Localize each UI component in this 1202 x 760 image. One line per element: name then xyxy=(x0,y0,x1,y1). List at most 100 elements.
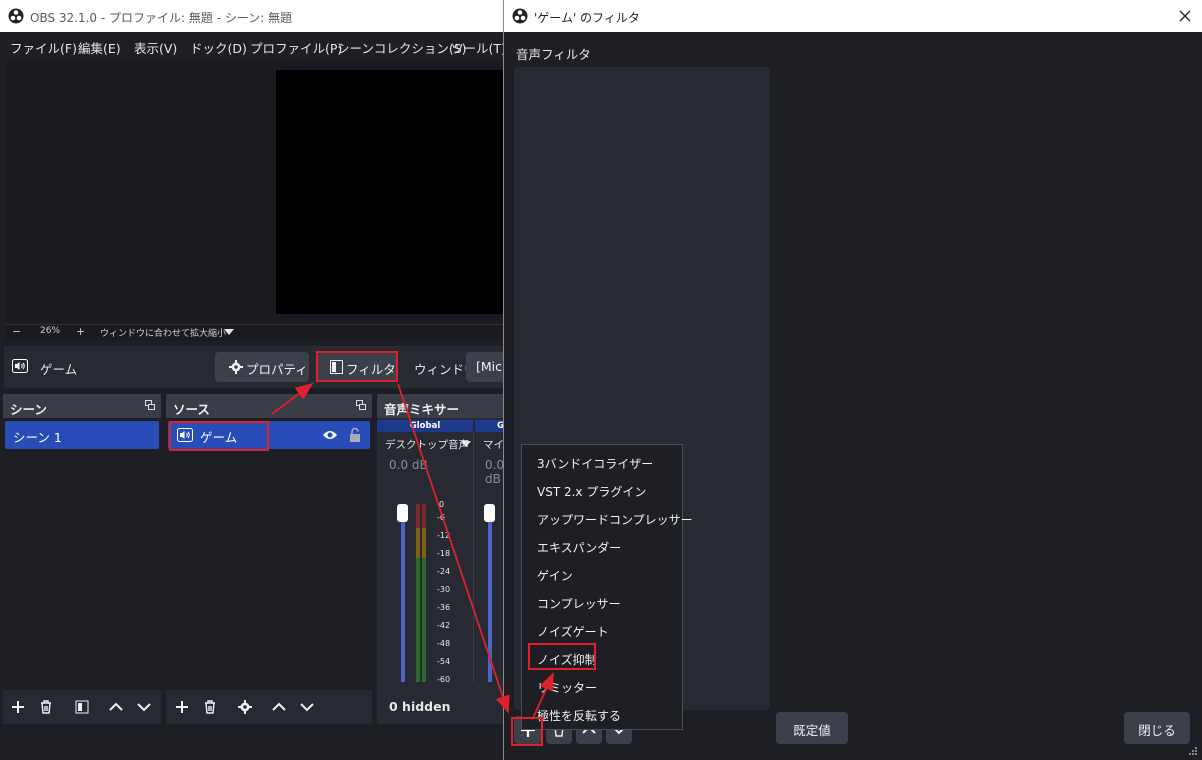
meter-red-zone xyxy=(422,504,426,528)
meter-tick: -18 xyxy=(437,549,451,558)
scenes-list: シーン 1 xyxy=(3,418,161,690)
scene-filter-icon[interactable] xyxy=(73,698,91,716)
obs-main-window: OBS 32.1.0 - プロファイル: 無題 - シーン: 無題 ファイル(F… xyxy=(0,0,506,760)
mixer-footer: 0 hidden xyxy=(377,690,504,724)
zoom-fit-label[interactable]: ウィンドウに合わせて拡大縮小 xyxy=(100,326,226,339)
menu-dock[interactable]: ドック(D) xyxy=(190,38,247,57)
menu-edit[interactable]: 編集(E) xyxy=(78,38,121,57)
channel1-name: デスクトップ音声 xyxy=(385,439,469,451)
source-properties-icon[interactable] xyxy=(236,698,254,716)
scenes-footer xyxy=(3,690,161,724)
move-scene-up-icon[interactable] xyxy=(107,698,125,716)
meter-scale: 0 -6 -12 -18 -24 -30 -36 -42 -48 -54 -60 xyxy=(429,500,459,686)
gear-icon xyxy=(229,360,243,374)
channel1-volume-track[interactable] xyxy=(401,506,405,682)
menu-item-upward-compressor[interactable]: アップワードコンプレッサー xyxy=(537,511,693,528)
menu-view[interactable]: 表示(V) xyxy=(134,38,177,57)
remove-scene-icon[interactable] xyxy=(37,698,55,716)
menu-item-limiter[interactable]: リミッター xyxy=(537,679,597,696)
menu-tools[interactable]: ツール(T) xyxy=(451,38,506,57)
obs-logo-icon xyxy=(8,8,24,24)
mixer-global-tab[interactable]: Global xyxy=(377,420,473,432)
hidden-count[interactable]: 0 hidden xyxy=(389,699,451,714)
close-label: 閉じる xyxy=(1138,723,1176,738)
menu-file[interactable]: ファイル(F) xyxy=(10,38,77,57)
main-window-title: OBS 32.1.0 - プロファイル: 無題 - シーン: 無題 xyxy=(30,11,293,25)
zoom-out-button[interactable]: − xyxy=(12,325,21,338)
channel1-volume-handle[interactable] xyxy=(397,504,408,522)
obs-logo-icon xyxy=(512,8,528,24)
sources-title: ソース xyxy=(173,402,210,417)
zoom-in-button[interactable]: + xyxy=(76,325,85,338)
add-source-icon[interactable] xyxy=(173,698,191,716)
meter-tick: -6 xyxy=(437,513,445,522)
meter-green-zone xyxy=(416,558,420,682)
scenes-dock-header: シーン xyxy=(3,394,161,418)
menu-item-invert-polarity[interactable]: 極性を反転する xyxy=(537,707,621,724)
audio-mixer-dock: 音声ミキサー Global G デスクトップ音声 マイク 0.0 dB 0.0 … xyxy=(377,394,504,724)
channel2-volume-track[interactable] xyxy=(488,506,492,682)
meter-green-zone xyxy=(422,558,426,682)
mixer-body: Global G デスクトップ音声 マイク 0.0 dB 0.0 dB 0 -6… xyxy=(377,418,504,706)
menu-item-expander[interactable]: エキスパンダー xyxy=(537,539,621,556)
source-toolbar: ゲーム プロパティ フィルタ ウィンドウ [Mic xyxy=(4,346,504,388)
mixer-title: 音声ミキサー xyxy=(384,402,460,417)
zoom-dropdown-icon[interactable] xyxy=(224,329,234,336)
meter-tick: -48 xyxy=(437,639,451,648)
add-scene-icon[interactable] xyxy=(9,698,27,716)
menu-bar: ファイル(F) 編集(E) 表示(V) ドック(D) プロファイル(P) シーン… xyxy=(0,32,506,58)
move-scene-down-icon[interactable] xyxy=(135,698,153,716)
sources-dock-header: ソース xyxy=(166,394,372,418)
menu-profile[interactable]: プロファイル(P) xyxy=(250,38,342,57)
defaults-label: 既定値 xyxy=(793,723,831,738)
undock-icon[interactable] xyxy=(356,400,366,410)
undock-icon[interactable] xyxy=(145,400,155,410)
main-title-bar: OBS 32.1.0 - プロファイル: 無題 - シーン: 無題 xyxy=(0,0,504,32)
sources-list: ゲーム xyxy=(166,418,372,690)
toolbar-source-name: ゲーム xyxy=(40,362,78,377)
scene-item[interactable]: シーン 1 xyxy=(5,421,159,449)
meter-yellow-zone xyxy=(422,528,426,558)
zoom-bar: − 26% + ウィンドウに合わせて拡大縮小 xyxy=(6,324,504,341)
window-select[interactable]: [Mic xyxy=(466,352,504,382)
meter-tick: -42 xyxy=(437,621,451,630)
move-source-up-icon[interactable] xyxy=(270,698,288,716)
scene-item-label: シーン 1 xyxy=(13,430,62,445)
defaults-button[interactable]: 既定値 xyxy=(776,712,848,744)
channel1-db: 0.0 dB xyxy=(389,458,428,472)
close-icon[interactable] xyxy=(1179,10,1191,22)
channel-divider xyxy=(473,432,474,682)
lock-icon[interactable] xyxy=(349,427,361,442)
annotation-box-source xyxy=(169,421,269,451)
annotation-box-add xyxy=(511,717,543,746)
eye-icon[interactable] xyxy=(322,429,338,441)
resize-grip-icon[interactable] xyxy=(1188,746,1198,756)
meter-tick: -36 xyxy=(437,603,451,612)
remove-source-icon[interactable] xyxy=(201,698,219,716)
sources-footer xyxy=(166,690,372,724)
status-bar xyxy=(0,734,504,760)
properties-label: プロパティ xyxy=(246,362,308,377)
properties-button[interactable]: プロパティ xyxy=(215,352,309,382)
mixer-dock-header: 音声ミキサー xyxy=(377,394,504,418)
menu-item-gain[interactable]: ゲイン xyxy=(537,567,573,584)
menu-item-3band-eq[interactable]: 3バンドイコライザー xyxy=(537,455,653,472)
zoom-value: 26% xyxy=(40,326,61,336)
annotation-box-filters xyxy=(316,351,398,382)
move-source-down-icon[interactable] xyxy=(298,698,316,716)
channel2-volume-handle[interactable] xyxy=(484,504,495,522)
add-filter-menu: 3バンドイコライザー VST 2.x プラグイン アップワードコンプレッサー エ… xyxy=(521,444,693,730)
close-button[interactable]: 閉じる xyxy=(1124,712,1190,744)
meter-tick: -24 xyxy=(437,567,451,576)
audio-filters-heading: 音声フィルタ xyxy=(516,47,591,62)
channel1-dropdown-icon[interactable] xyxy=(461,441,471,448)
mixer-global-tab-2[interactable]: G xyxy=(475,420,504,432)
scenes-dock: シーン シーン 1 xyxy=(3,394,161,724)
menu-item-compressor[interactable]: コンプレッサー xyxy=(537,595,621,612)
menu-scene-collection[interactable]: シーンコレクション(S) xyxy=(337,38,467,57)
menu-item-vst-plugin[interactable]: VST 2.x プラグイン xyxy=(537,483,646,500)
menu-item-noise-gate[interactable]: ノイズゲート xyxy=(537,623,609,640)
audio-output-capture-icon xyxy=(12,359,28,373)
meter-tick: 0 xyxy=(439,500,445,509)
preview-canvas[interactable] xyxy=(276,70,504,314)
